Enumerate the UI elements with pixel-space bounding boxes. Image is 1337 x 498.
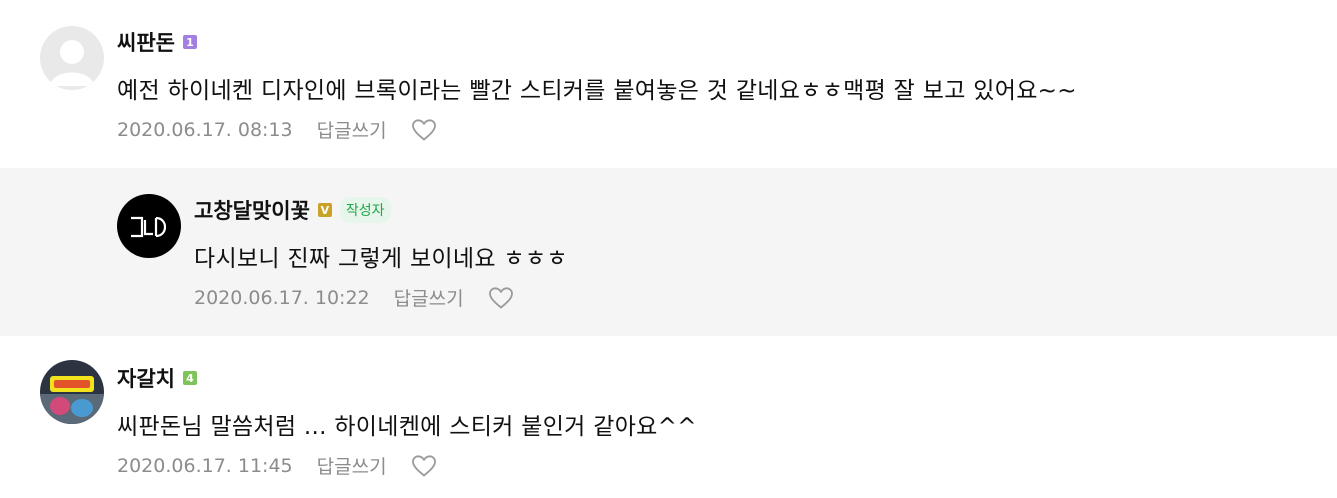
gcd-logo-avatar (117, 194, 181, 258)
comment-text: 씨판돈님 말씀처럼 ... 하이네켄에 스티커 붙인거 같아요^^ (117, 414, 697, 440)
level-badge: 1 (182, 35, 197, 49)
comment-date: 2020.06.17. 08:13 (117, 118, 293, 141)
comment-item: 씨판돈 1 예전 하이네켄 디자인에 브록이라는 빨간 스티커를 붙여놓은 것 … (0, 0, 1337, 168)
comment-date: 2020.06.17. 11:45 (117, 454, 293, 477)
avatar[interactable] (117, 194, 181, 258)
author-name[interactable]: 자갈치 (117, 363, 175, 393)
comment-item: 자갈치 4 씨판돈님 말씀처럼 ... 하이네켄에 스티커 붙인거 같아요^^ … (0, 336, 1337, 498)
avatar[interactable] (40, 26, 104, 90)
reply-button[interactable]: 답글쓰기 (317, 452, 387, 479)
comment-date: 2020.06.17. 10:22 (194, 286, 370, 309)
heart-outline-icon[interactable] (488, 286, 514, 310)
reply-comment-item: 고창달맞이꽃 V 작성자 다시보니 진짜 그렇게 보이네요 ㅎㅎㅎ 2020.0… (0, 168, 1337, 336)
level-badge: V (317, 203, 332, 217)
avatar[interactable] (40, 360, 104, 424)
comment-text: 다시보니 진짜 그렇게 보이네요 ㅎㅎㅎ (194, 246, 568, 272)
author-tag: 작성자 (339, 197, 391, 223)
author-name[interactable]: 씨판돈 (117, 27, 175, 57)
default-profile-icon (40, 26, 104, 90)
heart-outline-icon[interactable] (411, 118, 437, 142)
heart-outline-icon[interactable] (411, 454, 437, 478)
author-name[interactable]: 고창달맞이꽃 (194, 195, 310, 225)
level-badge: 4 (182, 371, 197, 385)
reply-button[interactable]: 답글쓰기 (394, 284, 464, 311)
comment-text: 예전 하이네켄 디자인에 브록이라는 빨간 스티커를 붙여놓은 것 같네요ㅎㅎ맥… (117, 78, 1077, 104)
photo-avatar (40, 360, 104, 424)
reply-button[interactable]: 답글쓰기 (317, 116, 387, 143)
